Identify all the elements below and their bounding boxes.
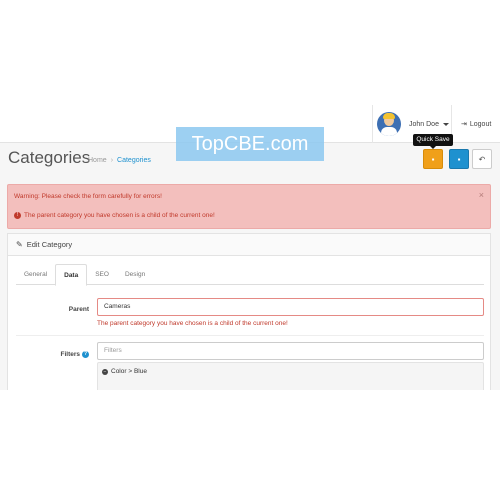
breadcrumb-home[interactable]: Home [88,157,107,164]
back-button[interactable]: ↶ [472,149,492,169]
logout-label: Logout [469,120,492,128]
caret-down-icon [442,122,449,126]
avatar [377,112,401,136]
save-button[interactable]: ▪ [449,149,469,169]
minus-circle-icon[interactable]: − [102,368,108,375]
alert-warning-text: Warning: Please check the form carefully… [14,193,162,200]
user-name: John Doe [409,120,439,128]
save-icon: ▪ [431,154,435,164]
breadcrumb-separator: › [110,157,114,164]
page-title: Categories [8,148,91,167]
reply-icon: ↶ [478,154,486,164]
tab-data[interactable]: Data [55,264,88,286]
logout-link[interactable]: ⇥ Logout [461,120,492,129]
filters-input[interactable]: Filters [97,342,484,360]
tab-design[interactable]: Design [117,264,153,285]
error-alert: Warning: Please check the form carefully… [7,184,491,229]
alert-error-text: The parent category you have chosen is a… [24,212,215,219]
pencil-icon: ✎ [16,240,23,249]
filters-field-row: Filters ? Filters − Color > Blue [16,336,484,390]
filters-label: Filters ? [16,351,89,358]
panel-heading: ✎ Edit Category [8,234,490,256]
exclamation-circle-icon: ! [14,212,21,219]
sign-out-icon: ⇥ [461,121,467,128]
quick-save-button[interactable]: ▪ [423,149,443,169]
watermark: TopCBE.com [176,127,324,161]
tab-seo[interactable]: SEO [87,264,117,285]
alert-close-button[interactable]: × [479,190,484,200]
tab-bar: General Data SEO Design [16,264,484,286]
save-icon: ▪ [457,154,461,164]
parent-label: Parent [68,306,89,313]
parent-input[interactable]: Cameras [97,298,484,316]
filter-item: − Color > Blue [102,368,147,375]
alert-error-line: ! The parent category you have chosen is… [14,212,215,219]
panel-title: Edit Category [26,240,73,249]
quick-save-tooltip: Quick Save [413,134,453,149]
parent-field-row: Parent Cameras The parent category you h… [16,286,484,336]
filters-selected-list: − Color > Blue [97,362,484,390]
edit-category-panel: ✎ Edit Category General Data SEO Design … [7,233,491,390]
filter-item-label: Color > Blue [111,368,147,375]
parent-error-text: The parent category you have chosen is a… [97,320,288,327]
question-circle-icon[interactable]: ? [82,351,89,358]
breadcrumb-current[interactable]: Categories [117,157,151,164]
breadcrumb: Home › Categories [88,157,151,164]
filters-label-text: Filters [60,351,80,358]
tab-general[interactable]: General [16,264,55,285]
